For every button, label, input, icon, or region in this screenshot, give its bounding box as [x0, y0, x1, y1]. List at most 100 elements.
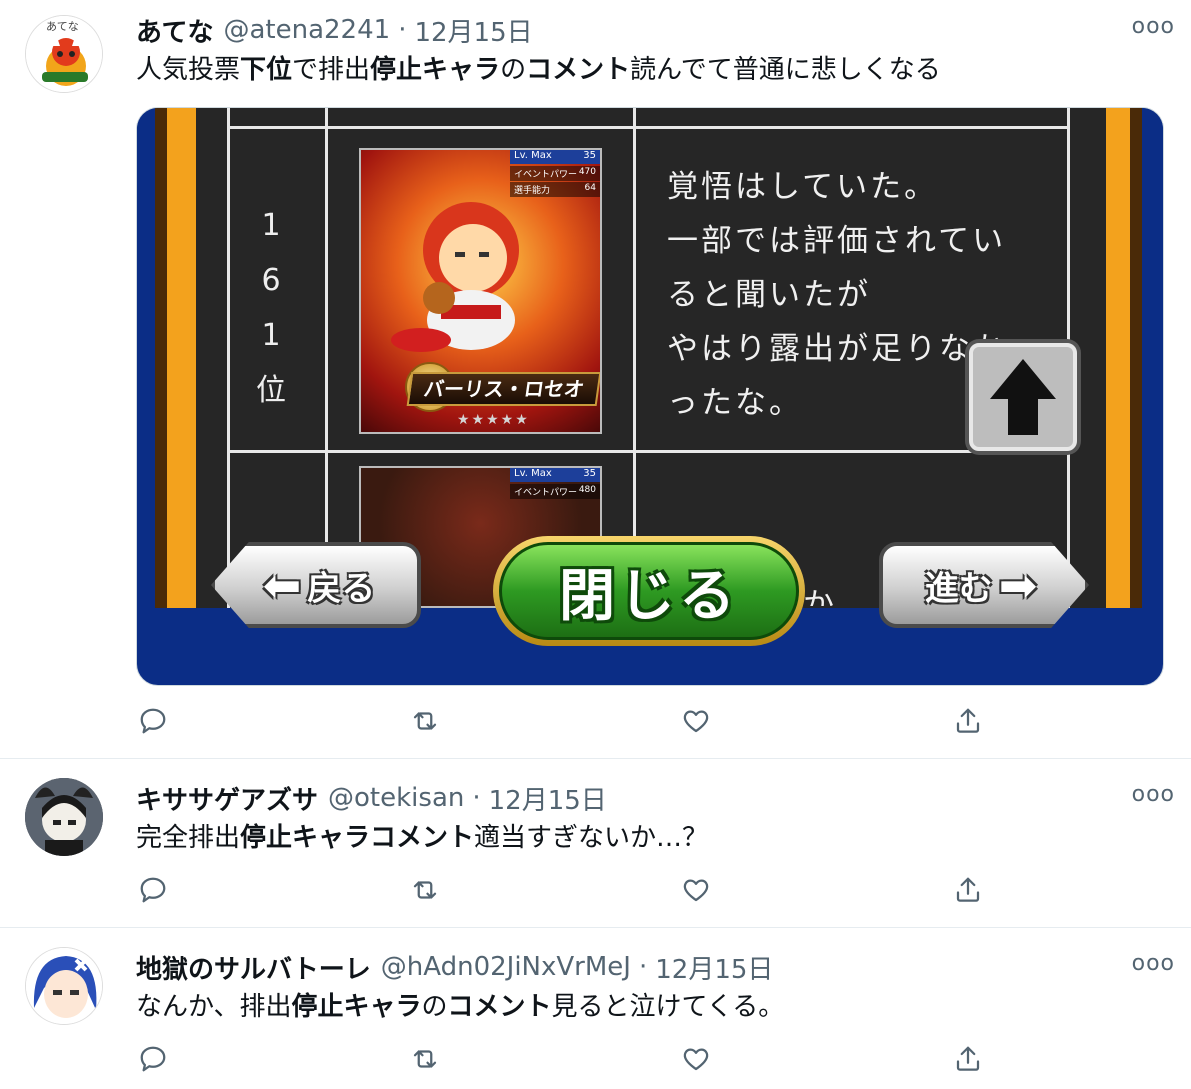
reply-icon[interactable]: [136, 704, 170, 738]
tweet-media-image[interactable]: 1 6 1 位 Lv. Max35 イベントパワー470 選手能力64 SR バ…: [136, 107, 1164, 686]
avatar[interactable]: [25, 947, 103, 1025]
user-handle[interactable]: @otekisan: [328, 783, 464, 813]
character-portrait-icon: [391, 202, 519, 352]
share-icon[interactable]: [951, 1042, 985, 1076]
character-card: Lv. Max35 イベントパワー470 選手能力64 SR バーリス・ロセオ …: [359, 148, 602, 434]
arrow-up-icon: [990, 359, 1056, 435]
separator-dot: ·: [472, 783, 481, 813]
like-icon[interactable]: [679, 1042, 713, 1076]
tweet-3[interactable]: 地獄のサルバトーレ @hAdn02JiNxVrMeJ · 12月15日 ooo …: [0, 929, 1191, 1089]
text-segment: の: [500, 55, 527, 85]
retweet-icon[interactable]: [408, 704, 442, 738]
text-segment: なんか、排出: [136, 992, 292, 1022]
share-icon[interactable]: [951, 873, 985, 907]
avatar-label: あてな: [46, 20, 79, 33]
stat-label: イベントパワー: [514, 170, 578, 180]
grid-line: [633, 108, 636, 608]
text-segment-highlight: 停止キャラコメント: [240, 823, 475, 853]
separator-dot: ·: [638, 952, 648, 982]
character-comment: 覚悟はしていた。 一部では評価されてい ると聞いたが やはり露出が足りなか った…: [667, 169, 1007, 421]
tweet-actions: [136, 704, 986, 740]
level-label: Lv. Max: [514, 150, 552, 161]
text-segment: 読んでて普通に悲しくなる: [630, 55, 941, 85]
next-button[interactable]: 進む ➡: [879, 542, 1089, 628]
tweet-text: 人気投票下位で排出停止キャラのコメント読んでて普通に悲しくなる: [136, 52, 941, 88]
more-options-icon[interactable]: ooo: [1132, 14, 1175, 39]
stat-value: 470: [578, 167, 596, 177]
grid-line: [325, 108, 328, 608]
scroll-up-button[interactable]: [969, 343, 1077, 451]
tweet-header: あてな @atena2241 · 12月15日: [136, 12, 533, 48]
level-value: 35: [583, 468, 596, 479]
retweet-icon[interactable]: [408, 873, 442, 907]
display-name[interactable]: キササゲアズサ: [136, 780, 318, 817]
text-segment: 見ると泣けてくる。: [551, 992, 785, 1022]
rank-digit: 1: [261, 208, 281, 243]
tweet-2[interactable]: キササゲアズサ @otekisan · 12月15日 ooo 完全排出停止キャラ…: [0, 760, 1191, 928]
text-segment: 人気投票: [136, 55, 241, 85]
text-segment-highlight: コメント: [526, 55, 631, 85]
level-bar: Lv. Max 35: [510, 468, 600, 482]
event-power-row: イベントパワー 480: [510, 484, 600, 499]
avatar-character-icon: あてな: [26, 16, 102, 92]
frame-stripe-right-dark: [1130, 108, 1142, 608]
avatar[interactable]: [25, 778, 103, 856]
more-options-icon[interactable]: ooo: [1132, 951, 1175, 976]
back-button[interactable]: ⬅ 戻る: [211, 542, 421, 628]
rank-digit: 1: [261, 318, 281, 353]
text-segment: 完全排出: [136, 823, 241, 853]
tweet-text: 完全排出停止キャラコメント適当すぎないか…？: [136, 820, 708, 856]
frame-stripe-left-dark: [155, 108, 167, 608]
level-bar: Lv. Max 35: [510, 150, 600, 164]
stat-value: 64: [584, 183, 596, 193]
rank-label: 1 6 1 位: [241, 198, 301, 418]
text-segment-highlight: コメント: [447, 992, 552, 1022]
level-label: Lv. Max: [514, 468, 552, 479]
text-segment: 適当すぎないか…？: [474, 823, 709, 853]
grid-line: [227, 108, 230, 608]
share-icon[interactable]: [951, 704, 985, 738]
text-segment: の: [421, 992, 448, 1022]
text-segment-highlight: 下位: [240, 55, 293, 85]
tweet-text: なんか、排出停止キャラのコメント見ると泣けてくる。: [136, 989, 784, 1025]
stat-label: イベントパワー: [514, 488, 578, 498]
user-handle[interactable]: @hAdn02JiNxVrMeJ: [381, 952, 631, 982]
back-button-label: 戻る: [307, 568, 376, 609]
tweet-header: キササゲアズサ @otekisan · 12月15日: [136, 780, 607, 816]
tweet-date[interactable]: 12月15日: [655, 949, 773, 986]
close-button-inner: 閉じる: [499, 542, 799, 640]
event-power-row: イベントパワー 470: [510, 166, 600, 181]
tweet-header: 地獄のサルバトーレ @hAdn02JiNxVrMeJ · 12月15日: [136, 949, 773, 985]
star-rating: ★★★★★: [457, 412, 530, 428]
display-name[interactable]: あてな: [136, 12, 213, 49]
character-name: バーリス・ロセオ: [406, 372, 600, 406]
rank-digit: 6: [261, 263, 281, 298]
tweet-actions: [136, 1042, 986, 1078]
text-segment-highlight: 停止キャラ: [370, 55, 501, 85]
more-options-icon[interactable]: ooo: [1132, 782, 1175, 807]
avatar-character-icon: [26, 948, 102, 1024]
tweet-1[interactable]: あてな あてな @atena2241 · 12月15日 ooo 人気投票下位で排…: [0, 0, 1191, 759]
arrow-left-icon: ⬅: [262, 558, 302, 612]
display-name[interactable]: 地獄のサルバトーレ: [136, 949, 371, 986]
rank-suffix: 位: [256, 373, 286, 408]
close-button[interactable]: 閉じる: [493, 536, 805, 646]
like-icon[interactable]: [679, 873, 713, 907]
grid-line: [227, 126, 1067, 129]
tweet-actions: [136, 873, 986, 909]
retweet-icon[interactable]: [408, 1042, 442, 1076]
avatar[interactable]: あてな: [25, 15, 103, 93]
tweet-date[interactable]: 12月15日: [414, 12, 532, 49]
tweet-date[interactable]: 12月15日: [489, 780, 607, 817]
user-handle[interactable]: @atena2241: [223, 15, 390, 45]
frame-stripe-left: [167, 108, 197, 608]
grid-line: [227, 450, 1067, 453]
separator-dot: ·: [398, 15, 407, 45]
like-icon[interactable]: [679, 704, 713, 738]
avatar-character-icon: [25, 778, 103, 856]
reply-icon[interactable]: [136, 873, 170, 907]
level-value: 35: [583, 150, 596, 161]
reply-icon[interactable]: [136, 1042, 170, 1076]
arrow-right-icon: ➡: [998, 558, 1038, 612]
text-segment-highlight: 停止キャラ: [291, 992, 422, 1022]
